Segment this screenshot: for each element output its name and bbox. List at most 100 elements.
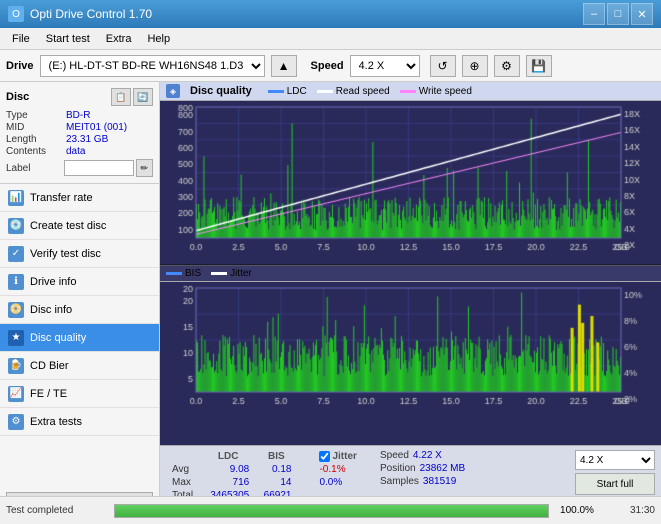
drive-info-icon: ℹ — [8, 274, 24, 290]
chart-title: Disc quality — [190, 85, 252, 97]
length-value: 23.31 GB — [66, 134, 108, 145]
transfer-rate-icon: 📊 — [8, 190, 24, 206]
extra-tests-label: Extra tests — [30, 416, 82, 428]
bis-legend-color — [166, 272, 182, 275]
close-button[interactable]: ✕ — [631, 3, 653, 25]
save-button[interactable]: 💾 — [526, 55, 552, 77]
disc-info-icon: 📀 — [8, 302, 24, 318]
transfer-rate-label: Transfer rate — [30, 192, 93, 204]
create-test-disc-label: Create test disc — [30, 220, 106, 232]
drive-info-label: Drive info — [30, 276, 76, 288]
app-title: Opti Drive Control 1.70 — [30, 7, 152, 21]
disc-quality-label: Disc quality — [30, 332, 86, 344]
bottom-chart — [160, 282, 661, 445]
speed-select[interactable]: 4.2 X — [350, 55, 420, 77]
bis-max: 14 — [255, 476, 297, 489]
samples-value: 381519 — [423, 476, 456, 487]
disc-icon-btn2[interactable]: 🔄 — [133, 88, 153, 106]
copy-button[interactable]: ⊕ — [462, 55, 488, 77]
nav-drive-info[interactable]: ℹ Drive info — [0, 268, 159, 296]
ldc-avg: 9.08 — [201, 463, 255, 476]
read-speed-legend-color — [317, 90, 333, 93]
fe-te-label: FE / TE — [30, 388, 67, 400]
nav-create-test-disc[interactable]: 💿 Create test disc — [0, 212, 159, 240]
length-label: Length — [6, 134, 66, 145]
label-input[interactable] — [64, 160, 134, 176]
start-speed-select[interactable]: 4.2 X — [575, 450, 655, 470]
drive-bar: Drive (E:) HL-DT-ST BD-RE WH16NS48 1.D3 … — [0, 50, 661, 82]
minimize-button[interactable]: – — [583, 3, 605, 25]
drive-label: Drive — [6, 60, 34, 72]
bis-legend-label: BIS — [185, 268, 201, 279]
label-edit-btn[interactable]: ✏ — [136, 159, 153, 177]
create-test-disc-icon: 💿 — [8, 218, 24, 234]
label-label: Label — [6, 163, 64, 174]
top-chart — [160, 101, 661, 265]
elapsed-time: 31:30 — [605, 505, 655, 516]
write-speed-legend-label: Write speed — [419, 86, 472, 97]
fe-te-icon: 📈 — [8, 386, 24, 402]
refresh-button[interactable]: ↺ — [430, 55, 456, 77]
nav-disc-quality[interactable]: ★ Disc quality — [0, 324, 159, 352]
progress-bar-outer — [114, 504, 549, 518]
jitter-avg: -0.1% — [313, 463, 366, 476]
disc-title: Disc — [6, 91, 29, 103]
ldc-legend-label: LDC — [287, 86, 307, 97]
menu-file[interactable]: File — [4, 31, 38, 47]
bis-avg: 0.18 — [255, 463, 297, 476]
disc-info-label: Disc info — [30, 304, 72, 316]
menu-extra[interactable]: Extra — [98, 31, 140, 47]
nav-cd-bier[interactable]: 🍺 CD Bier — [0, 352, 159, 380]
right-panel: ◈ Disc quality LDC Read speed Write spee… — [160, 82, 661, 524]
nav-extra-tests[interactable]: ⚙ Extra tests — [0, 408, 159, 436]
ldc-header: LDC — [201, 450, 255, 463]
nav-verify-test-disc[interactable]: ✓ Verify test disc — [0, 240, 159, 268]
mid-label: MID — [6, 122, 66, 133]
drive-eject-button[interactable]: ▲ — [271, 55, 297, 77]
bis-header: BIS — [255, 450, 297, 463]
progress-bar-inner — [115, 505, 548, 517]
cd-bier-label: CD Bier — [30, 360, 69, 372]
jitter-checkbox[interactable] — [319, 451, 330, 462]
write-speed-legend-color — [400, 90, 416, 93]
maximize-button[interactable]: □ — [607, 3, 629, 25]
nav-fe-te[interactable]: 📈 FE / TE — [0, 380, 159, 408]
max-label: Max — [166, 476, 201, 489]
samples-label: Samples — [380, 476, 419, 487]
nav-transfer-rate[interactable]: 📊 Transfer rate — [0, 184, 159, 212]
start-full-button[interactable]: Start full — [575, 473, 655, 495]
progress-percent: 100.0% — [557, 505, 597, 516]
mid-value: MEIT01 (001) — [66, 122, 127, 133]
disc-section: Disc 📋 🔄 Type BD-R MID MEIT01 (001) Leng… — [0, 82, 159, 184]
status-text: Test completed — [6, 505, 106, 516]
menu-bar: File Start test Extra Help — [0, 28, 661, 50]
position-value: 23862 MB — [420, 463, 466, 474]
menu-help[interactable]: Help — [139, 31, 178, 47]
type-label: Type — [6, 110, 66, 121]
position-label: Position — [380, 463, 416, 474]
jitter-max: 0.0% — [313, 476, 366, 489]
nav-disc-info[interactable]: 📀 Disc info — [0, 296, 159, 324]
cd-bier-icon: 🍺 — [8, 358, 24, 374]
jitter-stats-label: Jitter — [332, 451, 356, 462]
title-bar: O Opti Drive Control 1.70 – □ ✕ — [0, 0, 661, 28]
disc-icon-btn1[interactable]: 📋 — [111, 88, 131, 106]
speed-stat-value: 4.22 X — [413, 450, 442, 461]
bottom-chart-legend: BIS Jitter — [160, 265, 661, 282]
bottom-status-bar: Test completed 100.0% 31:30 — [0, 496, 661, 524]
settings-button[interactable]: ⚙ — [494, 55, 520, 77]
type-value: BD-R — [66, 110, 90, 121]
drive-select[interactable]: (E:) HL-DT-ST BD-RE WH16NS48 1.D3 — [40, 55, 265, 77]
extra-tests-icon: ⚙ — [8, 414, 24, 430]
left-panel: Disc 📋 🔄 Type BD-R MID MEIT01 (001) Leng… — [0, 82, 160, 524]
menu-start-test[interactable]: Start test — [38, 31, 98, 47]
contents-value: data — [66, 146, 85, 157]
chart-header-icon: ◈ — [166, 84, 180, 98]
speed-stat-label: Speed — [380, 450, 409, 461]
avg-label: Avg — [166, 463, 201, 476]
ldc-max: 716 — [201, 476, 255, 489]
read-speed-legend-label: Read speed — [336, 86, 390, 97]
jitter-legend-label: Jitter — [230, 268, 252, 279]
verify-test-disc-label: Verify test disc — [30, 248, 101, 260]
verify-test-disc-icon: ✓ — [8, 246, 24, 262]
